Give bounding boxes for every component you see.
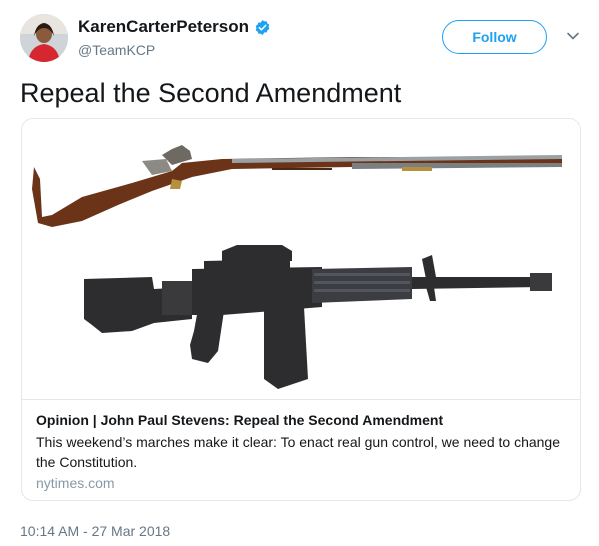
assault-rifle-image (84, 245, 552, 389)
guns-illustration (32, 145, 562, 389)
follow-button[interactable]: Follow (442, 20, 547, 54)
card-image[interactable] (22, 119, 580, 399)
author-names: KarenCarterPeterson @TeamKCP (78, 16, 271, 59)
avatar-image (20, 14, 68, 62)
musket-image (32, 145, 562, 227)
card-domain[interactable]: nytimes.com (36, 474, 115, 492)
tweet-header: KarenCarterPeterson @TeamKCP Follow (20, 14, 585, 64)
card-description[interactable]: This weekend’s marches make it clear: To… (36, 432, 566, 472)
avatar[interactable] (20, 14, 68, 62)
verified-badge-icon (255, 19, 270, 35)
tweet-text: Repeal the Second Amendment (20, 78, 402, 108)
display-name[interactable]: KarenCarterPeterson (78, 16, 271, 38)
card-divider (22, 399, 580, 400)
author-handle[interactable]: @TeamKCP (78, 41, 271, 59)
chevron-down-icon[interactable] (566, 29, 580, 43)
display-name-text[interactable]: KarenCarterPeterson (78, 16, 249, 38)
link-card[interactable]: Opinion | John Paul Stevens: Repeal the … (21, 118, 581, 501)
card-title[interactable]: Opinion | John Paul Stevens: Repeal the … (36, 411, 443, 429)
tweet-timestamp[interactable]: 10:14 AM - 27 Mar 2018 (20, 522, 170, 540)
